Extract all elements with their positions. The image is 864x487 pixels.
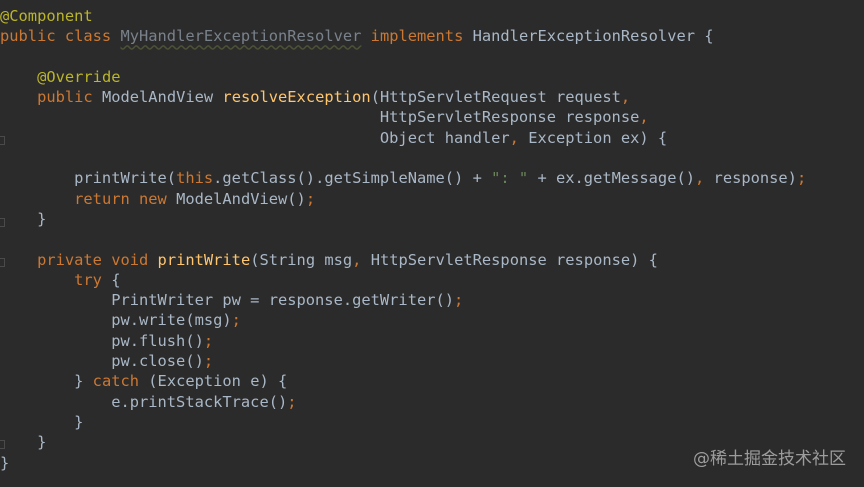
code-line: @Override: [0, 67, 806, 87]
code-line: }: [0, 412, 806, 432]
code-line: printWrite(this.getClass().getSimpleName…: [0, 168, 806, 188]
code-line: } catch (Exception e) {: [0, 371, 806, 391]
code-line: private void printWrite(String msg, Http…: [0, 250, 806, 270]
code-token: public: [37, 88, 102, 107]
code-token: @Override: [37, 67, 121, 86]
code-line: pw.flush();: [0, 331, 806, 351]
code-token: ModelAndView: [101, 88, 223, 107]
code-token: ;: [287, 392, 297, 411]
code-token: @Component: [0, 7, 93, 25]
code-token: ,: [639, 108, 649, 127]
code-line: pw.write(msg);: [0, 310, 806, 330]
code-token: return new: [74, 189, 177, 208]
code-token: response): [713, 169, 797, 188]
code-line: HttpServletResponse response,: [0, 107, 806, 127]
code-token: .getClass().getSimpleName() +: [213, 169, 492, 188]
code-token: pw.flush(): [0, 331, 204, 350]
code-token: private void: [37, 250, 158, 269]
code-line: public class MyHandlerExceptionResolver …: [0, 26, 806, 46]
code-token: HandlerExceptionResolver {: [472, 27, 714, 46]
code-token: ;: [305, 189, 316, 208]
code-token: Exception ex) {: [528, 128, 668, 147]
watermark-text: @稀土掘金技术社区: [693, 449, 846, 469]
code-token: ,: [509, 128, 529, 147]
code-token: (String msg: [250, 250, 353, 269]
code-token: + ex.getMessage(): [528, 169, 695, 188]
code-token: {: [111, 270, 121, 289]
code-line: }: [0, 453, 806, 473]
code-text-area[interactable]: @Component public class MyHandlerExceptio…: [0, 6, 806, 473]
code-token: ;: [203, 331, 214, 350]
code-token: PrintWriter pw = response.getWriter(): [0, 291, 455, 310]
code-token: ;: [203, 352, 214, 371]
code-line: e.printStackTrace();: [0, 392, 806, 412]
code-line: PrintWriter pw = response.getWriter();: [0, 290, 806, 310]
code-token: implements: [370, 27, 473, 46]
code-token: ;: [796, 169, 807, 188]
code-token: }: [0, 453, 10, 472]
code-token: }: [0, 412, 84, 431]
code-line: try {: [0, 270, 806, 290]
code-token: ModelAndView(): [176, 189, 306, 208]
code-token: e.printStackTrace(): [0, 392, 288, 411]
code-token: pw.close(): [0, 352, 204, 371]
code-token: (HttpServletRequest request: [370, 88, 621, 107]
code-line: pw.close();: [0, 351, 806, 371]
code-line: return new ModelAndView();: [0, 189, 806, 209]
code-token: ,: [352, 250, 371, 269]
code-token: }: [0, 372, 93, 391]
code-token: Object handler: [0, 128, 510, 147]
code-line: public ModelAndView resolveException(Htt…: [0, 87, 806, 107]
code-token: printWrite(: [0, 169, 177, 188]
code-token: ": ": [491, 169, 529, 188]
code-token: HttpServletResponse response: [0, 108, 640, 127]
code-token: }: [0, 209, 47, 228]
code-token: printWrite: [157, 250, 251, 269]
code-token: this: [176, 169, 214, 188]
code-token: public class: [0, 27, 121, 46]
code-token: MyHandlerExceptionResolver: [120, 27, 362, 46]
code-token: HttpServletResponse response) {: [370, 250, 658, 269]
code-token: }: [0, 433, 47, 452]
code-editor[interactable]: @Component public class MyHandlerExceptio…: [0, 0, 864, 487]
code-token: try: [74, 270, 112, 289]
code-token: ;: [454, 291, 464, 310]
code-token: pw.write(msg): [0, 311, 232, 330]
code-token: ;: [231, 311, 241, 330]
code-token: ,: [695, 169, 714, 188]
code-line: @Component: [0, 6, 806, 26]
code-token: resolveException: [222, 88, 371, 107]
code-token: catch: [92, 372, 149, 391]
code-line: Object handler, Exception ex) {: [0, 128, 806, 148]
code-line: }: [0, 209, 806, 229]
code-token: (Exception e) {: [148, 372, 288, 391]
code-line: }: [0, 432, 806, 452]
code-token: ,: [620, 88, 631, 107]
